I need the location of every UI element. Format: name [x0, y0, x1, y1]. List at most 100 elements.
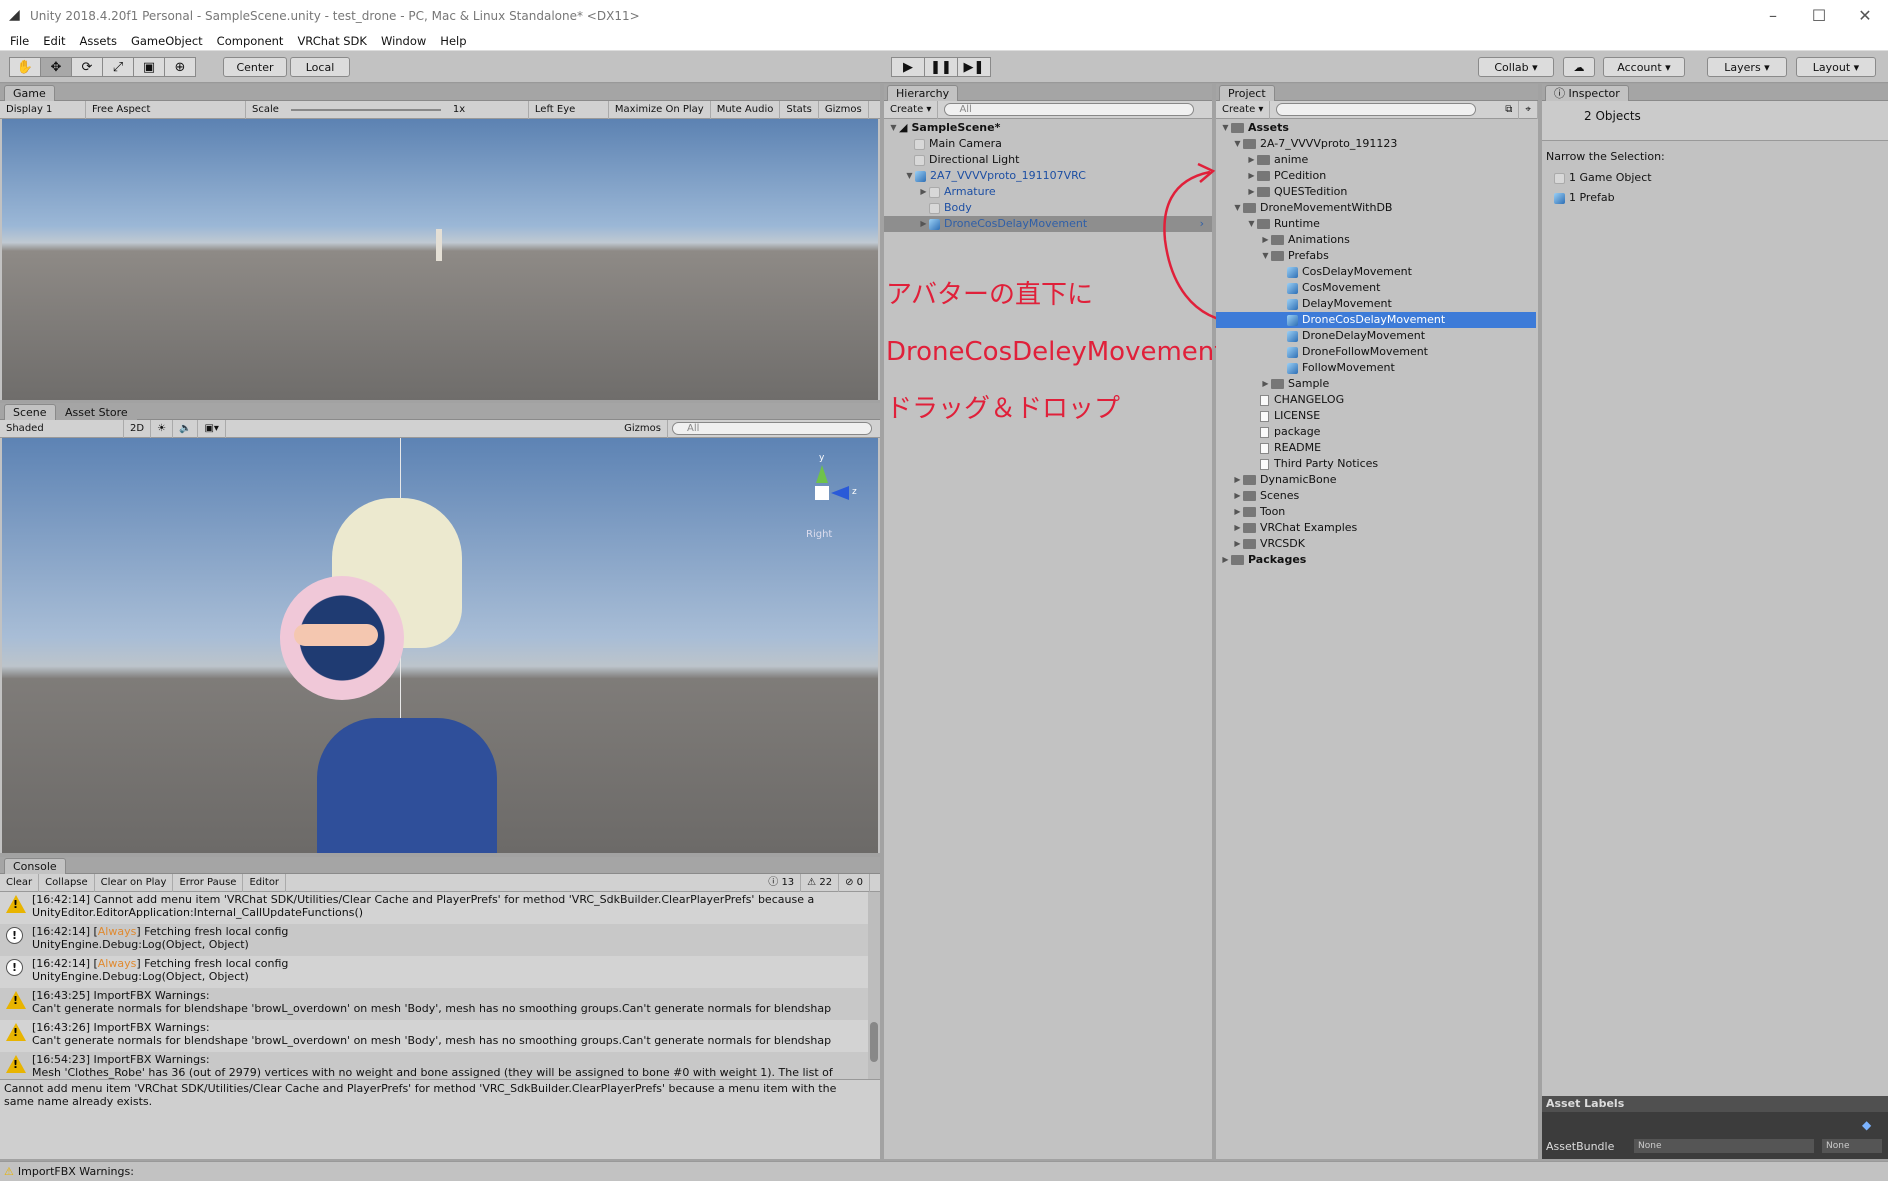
game-gizmos-toggle[interactable]: Gizmos [819, 100, 869, 119]
rect-tool-icon[interactable]: ▣ [133, 57, 165, 77]
hierarchy-create-button[interactable]: Create ▾ [884, 100, 939, 119]
project-item-folder[interactable]: ▼ DroneMovementWithDB [1232, 200, 1392, 216]
project-item-prefab[interactable]: FollowMovement [1287, 360, 1395, 376]
collab-button[interactable]: Collab ▾ [1478, 57, 1554, 77]
aspect-select[interactable]: Free Aspect [86, 100, 246, 119]
console-editor-select[interactable]: Editor [243, 873, 287, 892]
project-item-file[interactable]: Third Party Notices [1260, 456, 1378, 472]
warning-count-toggle[interactable]: ⚠ 22 [801, 873, 840, 892]
expand-arrow-icon[interactable]: ▼ [1220, 120, 1231, 136]
expand-arrow-icon[interactable]: ▼ [904, 168, 915, 184]
info-count-toggle[interactable]: ⓘ 13 [762, 873, 802, 892]
tab-game[interactable]: Game [4, 85, 55, 101]
expand-arrow-icon[interactable]: ▶ [1246, 168, 1257, 184]
scene-root[interactable]: ▼ ◢ SampleScene* [888, 120, 1000, 136]
status-text[interactable]: ImportFBX Warnings: [18, 1165, 134, 1178]
asset-variant-select[interactable]: None [1822, 1139, 1882, 1153]
label-tag-icon[interactable]: ◆ [1862, 1118, 1871, 1132]
scale-slider[interactable] [290, 108, 441, 111]
expand-arrow-icon[interactable]: ▶ [1246, 184, 1257, 200]
project-item-folder[interactable]: ▶ QUESTedition [1246, 184, 1347, 200]
menu-component[interactable]: Component [217, 34, 284, 48]
project-item-assets[interactable]: ▼ Assets [1220, 120, 1288, 136]
hierarchy-item-directional-light[interactable]: Directional Light [914, 152, 1019, 168]
filter-label-icon[interactable]: ⌖ [1519, 100, 1538, 119]
layers-button[interactable]: Layers ▾ [1707, 57, 1787, 77]
tab-hierarchy[interactable]: Hierarchy [887, 85, 959, 101]
project-item-folder[interactable]: ▶ PCedition [1246, 168, 1326, 184]
project-item-folder[interactable]: ▶ Animations [1260, 232, 1349, 248]
project-item-folder[interactable]: ▼ 2A-7_VVVVproto_191123 [1232, 136, 1397, 152]
project-item-folder[interactable]: ▶ Sample [1260, 376, 1329, 392]
maximize-on-play-toggle[interactable]: Maximize On Play [609, 100, 711, 119]
cloud-icon[interactable]: ☁ [1563, 57, 1595, 77]
expand-arrow-icon[interactable]: ▶ [1260, 376, 1271, 392]
menu-help[interactable]: Help [440, 34, 466, 48]
expand-arrow-icon[interactable]: ▶ [1260, 232, 1271, 248]
console-clear-button[interactable]: Clear [0, 873, 40, 892]
effects-icon[interactable]: ▣▾ [198, 419, 226, 438]
project-item-folder[interactable]: ▶ Toon [1232, 504, 1285, 520]
scene-viewport[interactable]: y z Right [2, 438, 878, 853]
minimize-button[interactable]: – [1750, 0, 1796, 31]
expand-arrow-icon[interactable]: ▼ [888, 120, 899, 136]
project-item-folder[interactable]: ▶ DynamicBone [1232, 472, 1336, 488]
account-button[interactable]: Account ▾ [1603, 57, 1685, 77]
project-item-file[interactable]: LICENSE [1260, 408, 1320, 424]
console-entry[interactable]: [16:43:25] ImportFBX Warnings:Can't gene… [0, 988, 868, 1021]
menu-gameobject[interactable]: GameObject [131, 34, 203, 48]
pivot-center-button[interactable]: Center [223, 57, 287, 77]
expand-arrow-icon[interactable]: ▼ [1260, 248, 1271, 264]
tab-scene[interactable]: Scene [4, 404, 56, 420]
hand-tool-icon[interactable]: ✋ [9, 57, 41, 77]
expand-arrow-icon[interactable]: ▶ [1220, 552, 1231, 568]
expand-arrow-icon[interactable]: ▶ [1232, 536, 1243, 552]
project-item-prefab[interactable]: DroneDelayMovement [1287, 328, 1425, 344]
audio-icon[interactable]: 🔈 [173, 419, 199, 438]
expand-arrow-icon[interactable]: ▶ [1232, 472, 1243, 488]
expand-arrow-icon[interactable]: ▼ [1232, 200, 1243, 216]
expand-arrow-icon[interactable]: ▶ [1232, 504, 1243, 520]
expand-arrow-icon[interactable]: ▼ [1232, 136, 1243, 152]
tab-project[interactable]: Project [1219, 85, 1275, 101]
console-entry[interactable]: [16:42:14] Cannot add menu item 'VRChat … [0, 892, 868, 925]
filter-type-icon[interactable]: ⧉ [1499, 100, 1520, 119]
project-item-prefab[interactable]: DelayMovement [1287, 296, 1392, 312]
project-item-folder[interactable]: ▶ Scenes [1232, 488, 1299, 504]
narrow-gameobject-link[interactable]: 1 Game Object [1554, 170, 1652, 186]
console-scroll-thumb[interactable] [870, 1022, 878, 1062]
project-item-prefab[interactable]: DroneFollowMovement [1287, 344, 1428, 360]
console-entry[interactable]: ! [16:42:14] [Always] Fetching fresh loc… [0, 956, 868, 989]
hierarchy-item-avatar[interactable]: ▼ 2A7_VVVVproto_191107VRC [904, 168, 1086, 184]
project-item-folder[interactable]: ▼ Prefabs [1260, 248, 1328, 264]
console-entry[interactable]: ! [16:42:14] [Always] Fetching fresh loc… [0, 924, 868, 957]
play-icon[interactable]: ▶ [891, 57, 925, 77]
game-viewport[interactable] [2, 119, 878, 400]
expand-arrow-icon[interactable]: ▶ [918, 216, 929, 232]
scale-tool-icon[interactable]: ⤢ [102, 57, 134, 77]
expand-arrow-icon[interactable]: ▶ [1246, 152, 1257, 168]
left-eye-select[interactable]: Left Eye [529, 100, 609, 119]
maximize-button[interactable]: ☐ [1796, 0, 1842, 31]
project-create-button[interactable]: Create ▾ [1216, 100, 1271, 119]
menu-vrchat-sdk[interactable]: VRChat SDK [297, 34, 367, 48]
project-item-prefab-selected[interactable]: DroneCosDelayMovement [1216, 312, 1536, 328]
console-clear-on-play-toggle[interactable]: Clear on Play [95, 873, 174, 892]
menu-edit[interactable]: Edit [43, 34, 65, 48]
tab-console[interactable]: Console [4, 858, 66, 874]
expand-arrow-icon[interactable]: ▶ [1232, 488, 1243, 504]
project-search-input[interactable] [1276, 102, 1477, 116]
console-scrollbar[interactable] [868, 892, 880, 1092]
console-entry[interactable]: [16:43:26] ImportFBX Warnings:Can't gene… [0, 1020, 868, 1053]
expand-arrow-icon[interactable]: ▶ [918, 184, 929, 200]
scene-gizmos-toggle[interactable]: Gizmos [618, 419, 668, 438]
rotate-tool-icon[interactable]: ⟳ [71, 57, 103, 77]
hierarchy-item-body[interactable]: Body [929, 200, 972, 216]
project-item-file[interactable]: README [1260, 440, 1321, 456]
stats-toggle[interactable]: Stats [780, 100, 819, 119]
transform-tool-icon[interactable]: ⊕ [164, 57, 196, 77]
project-item-folder[interactable]: ▶ VRChat Examples [1232, 520, 1357, 536]
project-item-prefab[interactable]: CosMovement [1287, 280, 1380, 296]
project-item-folder[interactable]: ▼ Runtime [1246, 216, 1320, 232]
2d-toggle[interactable]: 2D [124, 419, 152, 438]
